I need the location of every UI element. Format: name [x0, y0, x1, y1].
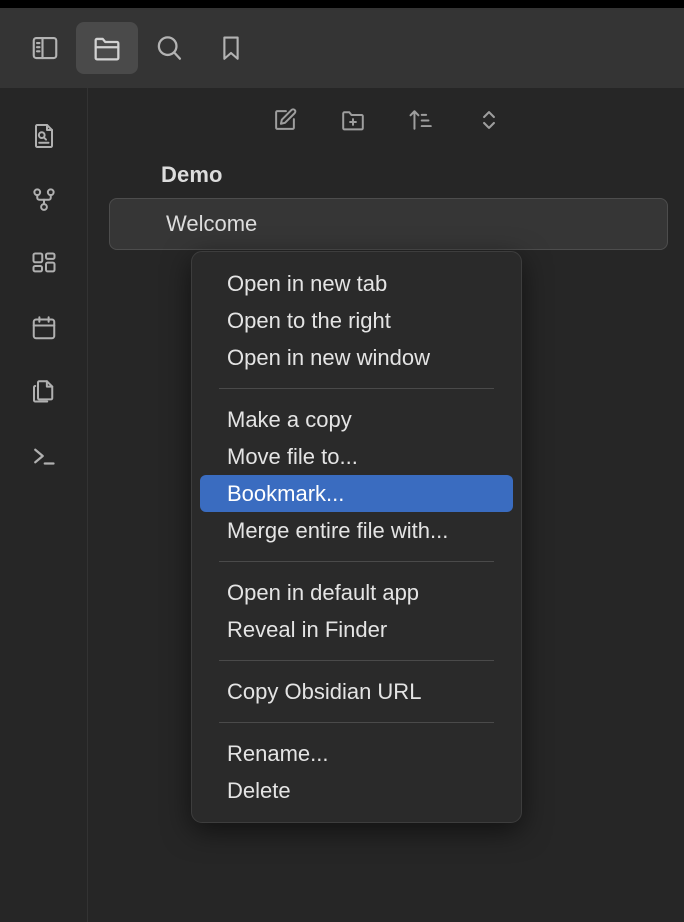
file-search-icon — [29, 121, 59, 151]
menu-item-label: Delete — [227, 777, 291, 803]
menu-item-delete[interactable]: Delete — [200, 772, 513, 809]
menu-item-label: Rename... — [227, 740, 329, 766]
context-menu-group: Open in default app Reveal in Finder — [192, 574, 521, 648]
menu-item-open-to-the-right[interactable]: Open to the right — [200, 302, 513, 339]
ribbon-item-graph-view[interactable] — [18, 174, 70, 226]
obsidian-window: Demo Welcome Open in new tab Open to the… — [0, 0, 684, 922]
ribbon-item-templates[interactable] — [18, 366, 70, 418]
new-note-button[interactable] — [265, 100, 305, 140]
context-menu-group: Make a copy Move file to... Bookmark... … — [192, 401, 521, 549]
graph-icon — [29, 185, 59, 215]
copy-files-icon — [29, 377, 59, 407]
context-menu-group: Copy Obsidian URL — [192, 673, 521, 710]
menu-separator — [219, 561, 494, 562]
files-tab-button[interactable] — [76, 22, 138, 74]
menu-item-open-in-default-app[interactable]: Open in default app — [200, 574, 513, 611]
folder-icon — [91, 32, 123, 64]
tree-folder-demo[interactable]: Demo — [89, 152, 684, 198]
menu-item-make-a-copy[interactable]: Make a copy — [200, 401, 513, 438]
menu-separator — [219, 660, 494, 661]
folder-label: Demo — [161, 162, 223, 187]
left-ribbon — [0, 88, 88, 922]
menu-item-rename[interactable]: Rename... — [200, 735, 513, 772]
calendar-icon — [29, 313, 59, 343]
search-icon — [153, 32, 185, 64]
new-folder-button[interactable] — [333, 100, 373, 140]
layout-grid-icon — [29, 249, 59, 279]
menu-item-reveal-in-finder[interactable]: Reveal in Finder — [200, 611, 513, 648]
menu-separator — [219, 722, 494, 723]
tree-file-welcome[interactable]: Welcome — [109, 198, 668, 250]
menu-item-label: Open to the right — [227, 307, 391, 333]
ribbon-item-canvas[interactable] — [18, 238, 70, 290]
bookmark-icon — [216, 33, 246, 63]
menu-item-label: Reveal in Finder — [227, 616, 388, 642]
search-tab-button[interactable] — [138, 22, 200, 74]
new-note-icon — [271, 106, 299, 134]
file-tree: Demo Welcome — [89, 152, 684, 250]
window-chrome-strip — [0, 0, 684, 8]
titlebar — [0, 8, 684, 88]
file-context-menu: Open in new tab Open to the right Open i… — [191, 251, 522, 823]
ribbon-item-terminal[interactable] — [18, 430, 70, 482]
menu-item-merge-entire-file-with[interactable]: Merge entire file with... — [200, 512, 513, 549]
menu-item-label: Merge entire file with... — [227, 517, 449, 543]
menu-item-label: Open in new tab — [227, 270, 388, 296]
bookmarks-tab-button[interactable] — [200, 22, 262, 74]
file-label: Welcome — [166, 211, 258, 236]
context-menu-group: Open in new tab Open to the right Open i… — [192, 265, 521, 376]
context-menu-group: Rename... Delete — [192, 735, 521, 809]
expand-collapse-icon — [475, 106, 503, 134]
sidebar-toggle-icon — [30, 33, 60, 63]
terminal-icon — [29, 441, 59, 471]
menu-item-open-in-new-tab[interactable]: Open in new tab — [200, 265, 513, 302]
new-folder-icon — [339, 106, 367, 134]
menu-item-open-in-new-window[interactable]: Open in new window — [200, 339, 513, 376]
sidebar-toggle-button[interactable] — [14, 22, 76, 74]
menu-item-label: Open in new window — [227, 344, 431, 370]
menu-item-label: Open in default app — [227, 579, 420, 605]
sort-icon — [407, 106, 435, 134]
file-explorer-toolbar — [89, 88, 684, 152]
ribbon-item-quick-switcher[interactable] — [18, 110, 70, 162]
menu-item-label: Move file to... — [227, 443, 358, 469]
menu-item-label: Make a copy — [227, 406, 352, 432]
menu-item-copy-obsidian-url[interactable]: Copy Obsidian URL — [200, 673, 513, 710]
menu-item-move-file-to[interactable]: Move file to... — [200, 438, 513, 475]
sort-order-button[interactable] — [401, 100, 441, 140]
ribbon-item-daily-note[interactable] — [18, 302, 70, 354]
collapse-all-button[interactable] — [469, 100, 509, 140]
menu-item-label: Copy Obsidian URL — [227, 678, 422, 704]
menu-item-bookmark[interactable]: Bookmark... — [200, 475, 513, 512]
menu-item-label: Bookmark... — [227, 480, 345, 506]
menu-separator — [219, 388, 494, 389]
